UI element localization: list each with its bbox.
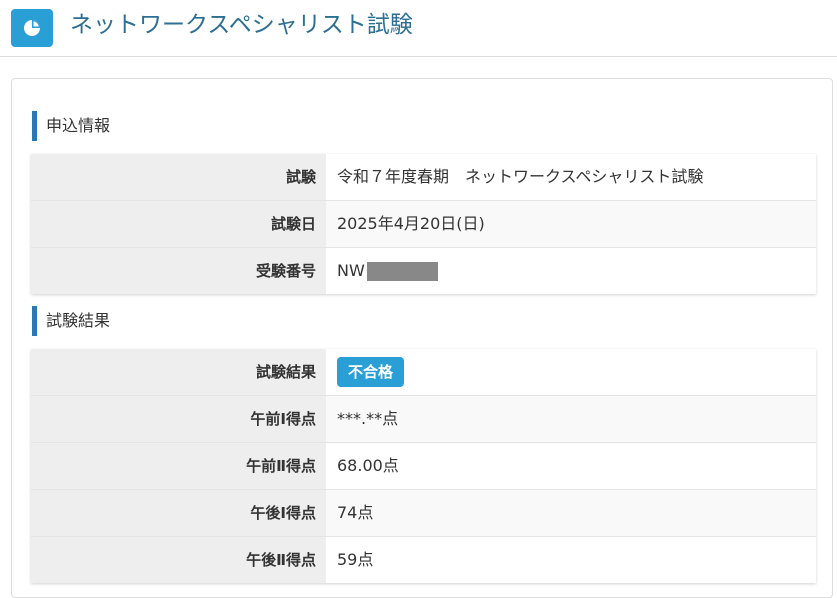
row-label: 午前Ⅰ得点 bbox=[31, 396, 326, 442]
row-label: 午後Ⅱ得点 bbox=[31, 537, 326, 583]
row-value: 令和７年度春期 ネットワークスペシャリスト試験 bbox=[337, 167, 704, 186]
result-cell: 不合格 bbox=[326, 349, 816, 395]
section-heading-result: 試験結果 bbox=[32, 306, 110, 336]
examinee-number-prefix: NW bbox=[337, 261, 365, 280]
row-label: 試験日 bbox=[31, 201, 326, 247]
page-header: ネットワークスペシャリスト試験 bbox=[0, 0, 837, 57]
examinee-number-cell: NW bbox=[326, 248, 816, 294]
row-label: 試験結果 bbox=[31, 349, 326, 395]
result-badge: 不合格 bbox=[337, 357, 405, 387]
table-row: 午後Ⅰ得点 74点 bbox=[31, 490, 816, 537]
row-label: 午前Ⅱ得点 bbox=[31, 443, 326, 489]
section-heading-application: 申込情報 bbox=[32, 111, 110, 141]
exam-result-table: 試験結果 不合格 午前Ⅰ得点 ***.**点 午前Ⅱ得点 68.00点 午後Ⅰ得… bbox=[31, 349, 816, 583]
redacted-block bbox=[366, 261, 438, 281]
row-value: 68.00点 bbox=[337, 456, 399, 475]
table-row: 午前Ⅱ得点 68.00点 bbox=[31, 443, 816, 490]
table-row: 午前Ⅰ得点 ***.**点 bbox=[31, 396, 816, 443]
pie-chart-icon bbox=[11, 9, 53, 47]
table-row: 試験日 2025年4月20日(日) bbox=[31, 201, 816, 248]
row-value: 2025年4月20日(日) bbox=[326, 201, 816, 247]
table-row: 試験 令和７年度春期 ネットワークスペシャリスト試験 bbox=[31, 154, 816, 201]
row-value: 59点 bbox=[337, 550, 374, 569]
header-divider bbox=[0, 56, 837, 57]
row-label: 試験 bbox=[31, 154, 326, 200]
content-panel: 申込情報 試験 令和７年度春期 ネットワークスペシャリスト試験 試験日 2025… bbox=[11, 78, 833, 598]
row-value: ***.**点 bbox=[326, 396, 816, 442]
row-label: 受験番号 bbox=[31, 248, 326, 294]
row-value: 74点 bbox=[326, 490, 816, 536]
application-info-table: 試験 令和７年度春期 ネットワークスペシャリスト試験 試験日 2025年4月20… bbox=[31, 154, 816, 294]
row-label: 午後Ⅰ得点 bbox=[31, 490, 326, 536]
table-row: 受験番号 NW bbox=[31, 248, 816, 294]
table-row: 試験結果 不合格 bbox=[31, 349, 816, 396]
page-title: ネットワークスペシャリスト試験 bbox=[70, 12, 413, 38]
table-row: 午後Ⅱ得点 59点 bbox=[31, 537, 816, 583]
